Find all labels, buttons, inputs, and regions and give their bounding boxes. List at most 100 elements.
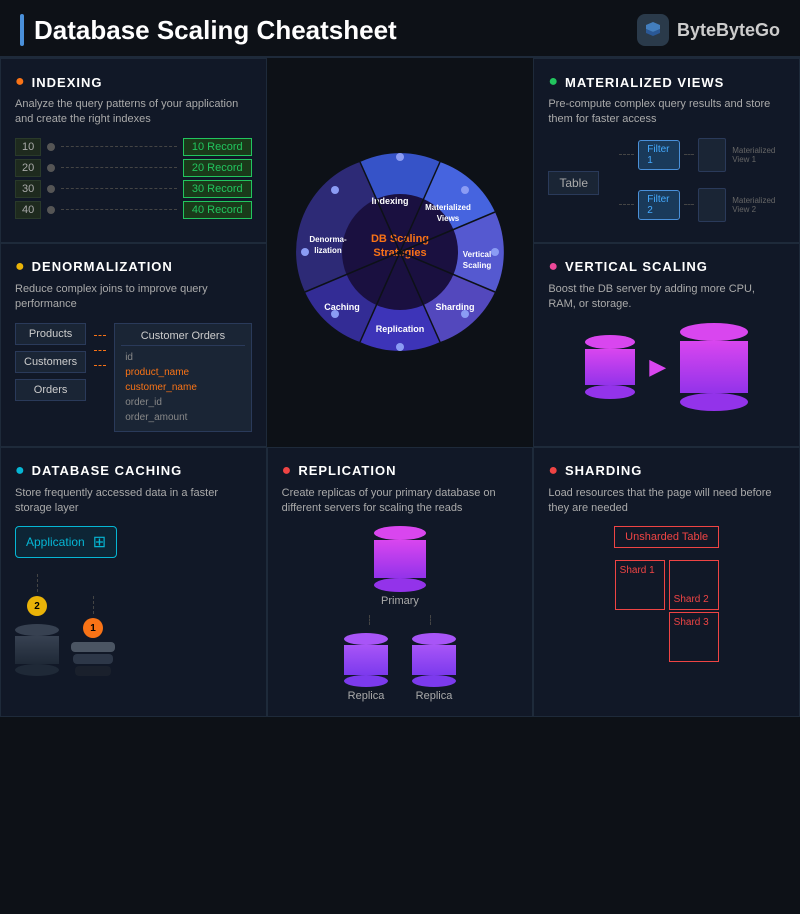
- replica1-top: [344, 633, 388, 645]
- field-id: id: [121, 350, 244, 365]
- filter1-button: Filter 1: [638, 140, 679, 170]
- shard-3: Shard 3: [669, 612, 719, 662]
- cache-num-2: 2: [27, 596, 47, 616]
- replica1-label: Replica: [348, 690, 385, 702]
- header: Database Scaling Cheatsheet ByteByteGo: [0, 0, 800, 58]
- cylinder-large: [680, 323, 748, 411]
- replication-section: ● REPLICATION Create replicas of your pr…: [267, 447, 534, 718]
- indexing-section: ● INDEXING Analyze the query patterns of…: [0, 58, 267, 243]
- app-grid-icon: ⊞: [93, 532, 106, 552]
- indexing-title: ● INDEXING: [15, 73, 252, 91]
- replica2-label: Replica: [416, 690, 453, 702]
- cyl-top-large: [680, 323, 748, 341]
- shard-2: Shard 2: [669, 560, 719, 610]
- replica2-body: [412, 645, 456, 675]
- primary-body: [374, 540, 426, 578]
- matviews-desc: Pre-compute complex query results and st…: [548, 97, 785, 128]
- denorm-section: ● DENORMALIZATION Reduce complex joins t…: [0, 243, 267, 447]
- cyl-body: [585, 349, 635, 385]
- replica1-bottom: [344, 675, 388, 687]
- denorm-desc: Reduce complex joins to improve query pe…: [15, 282, 252, 313]
- primary-bottom: [374, 578, 426, 592]
- wheel-section: DB Scaling Strategies Indexing Materiali…: [267, 58, 534, 447]
- vscale-desc: Boost the DB server by adding more CPU, …: [548, 282, 785, 313]
- cylinder-small: [585, 335, 635, 399]
- replicas: Replica Replica: [344, 633, 456, 702]
- filter1-row: Filter 1 Materialized View 1: [619, 138, 785, 172]
- main-content: ● INDEXING Analyze the query patterns of…: [0, 58, 800, 447]
- index-table: 10 10 Record 20 20 Record 30 30 Record 4…: [15, 138, 252, 219]
- svg-text:lization: lization: [314, 246, 342, 255]
- field-product-name: product_name: [121, 365, 244, 380]
- idx-dot: [47, 143, 55, 151]
- idx-dot: [47, 185, 55, 193]
- index-row-2: 20 20 Record: [15, 159, 252, 177]
- replication-desc: Create replicas of your primary database…: [282, 486, 519, 517]
- svg-text:Denorma-: Denorma-: [309, 235, 347, 244]
- replica2-top: [412, 633, 456, 645]
- wheel-svg: DB Scaling Strategies Indexing Materiali…: [280, 132, 520, 372]
- table-box: Table: [548, 171, 599, 195]
- wheel-container: DB Scaling Strategies Indexing Materiali…: [280, 132, 520, 372]
- sharding-desc: Load resources that the page will need b…: [548, 486, 785, 517]
- svg-text:Scaling: Scaling: [463, 261, 492, 270]
- entity-products: Products: [15, 323, 86, 345]
- cyl-body-large: [680, 341, 748, 393]
- svg-text:Sharding: Sharding: [435, 302, 474, 312]
- cache-diagram: 2 1: [15, 574, 252, 676]
- application-box: Application ⊞: [15, 526, 117, 558]
- denorm-entities: Products Customers Orders: [15, 323, 86, 401]
- index-row-1: 10 10 Record: [15, 138, 252, 156]
- entity-customers: Customers: [15, 351, 86, 373]
- cache-disk: [15, 624, 59, 676]
- svg-text:Views: Views: [437, 214, 460, 223]
- primary-label: Primary: [381, 595, 419, 607]
- replication-diagram: Primary Replica Replica: [282, 526, 519, 702]
- cyl-bottom-large: [680, 393, 748, 411]
- idx-dot: [47, 164, 55, 172]
- cyl-bottom: [585, 385, 635, 399]
- shards-diagram: Shard 1 Shard 2 Shard 3: [548, 560, 785, 662]
- sharding-section: ● SHARDING Load resources that the page …: [533, 447, 800, 718]
- replication-icon: ●: [282, 462, 293, 480]
- cache-num-1: 1: [83, 618, 103, 638]
- sharding-icon: ●: [548, 462, 559, 480]
- replica1-body: [344, 645, 388, 675]
- replica2-bottom: [412, 675, 456, 687]
- replication-title: ● REPLICATION: [282, 462, 519, 480]
- idx-dash: [61, 146, 177, 147]
- filter2-button: Filter 2: [638, 190, 679, 220]
- cyl-top: [585, 335, 635, 349]
- caching-icon: ●: [15, 462, 26, 480]
- mv1-label: Materialized View 1: [732, 146, 785, 164]
- index-row-3: 30 30 Record: [15, 180, 252, 198]
- idx-dash: [61, 209, 177, 210]
- sharding-title: ● SHARDING: [548, 462, 785, 480]
- denorm-merged-table: Customer Orders id product_name customer…: [114, 323, 251, 432]
- indexing-desc: Analyze the query patterns of your appli…: [15, 97, 252, 128]
- caching-title: ● DATABASE CACHING: [15, 462, 252, 480]
- vscale-title: ● VERTICAL SCALING: [548, 258, 785, 276]
- denorm-icon: ●: [15, 258, 26, 276]
- caching-section: ● DATABASE CACHING Store frequently acce…: [0, 447, 267, 718]
- layers-icon: [71, 642, 115, 676]
- matviews-section: ● MATERIALIZED VIEWS Pre-compute complex…: [533, 58, 800, 243]
- merged-title: Customer Orders: [121, 330, 244, 346]
- logo-icon: [637, 14, 669, 46]
- page-title: Database Scaling Cheatsheet: [20, 14, 397, 46]
- mv2-label: Materialized View 2: [732, 196, 785, 214]
- matviews-title: ● MATERIALIZED VIEWS: [548, 73, 785, 91]
- shard-1: Shard 1: [615, 560, 665, 610]
- svg-text:Materialized: Materialized: [425, 203, 471, 212]
- app-label: Application: [26, 535, 85, 549]
- bottom-grid: ● DATABASE CACHING Store frequently acce…: [0, 447, 800, 715]
- indexing-icon: ●: [15, 73, 26, 91]
- entity-orders: Orders: [15, 379, 86, 401]
- index-row-4: 40 40 Record: [15, 201, 252, 219]
- denorm-title: ● DENORMALIZATION: [15, 258, 252, 276]
- cylinders-diagram: ▶: [548, 323, 785, 411]
- logo: ByteByteGo: [637, 14, 780, 46]
- replica-2: Replica: [412, 633, 456, 702]
- replica-1: Replica: [344, 633, 388, 702]
- field-order-id: order_id: [121, 395, 244, 410]
